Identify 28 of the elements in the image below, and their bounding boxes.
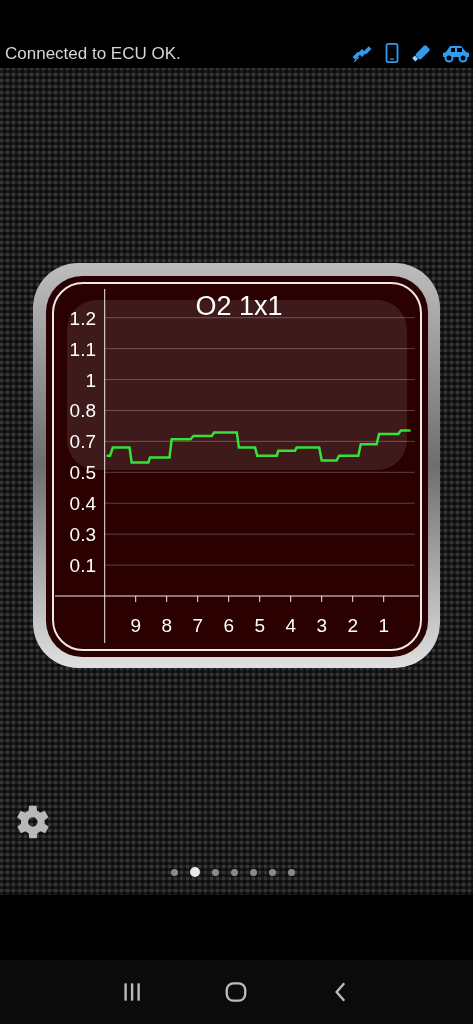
x-tick-label: 3 xyxy=(316,615,327,636)
y-tick-label: 0.1 xyxy=(69,555,96,577)
chart-title: O2 1x1 xyxy=(195,291,283,321)
page-indicator-dot[interactable] xyxy=(231,868,238,876)
y-tick-label: 1.2 xyxy=(69,307,96,329)
page-indicator-dot[interactable] xyxy=(288,868,295,876)
page-indicator-dot[interactable] xyxy=(212,868,219,876)
x-tick-label: 1 xyxy=(378,615,389,636)
page-indicator-dot[interactable] xyxy=(171,868,178,876)
connection-status: Connected to ECU OK. xyxy=(5,44,181,64)
y-tick-label: 0.8 xyxy=(69,400,96,422)
page-indicator-dot[interactable] xyxy=(269,868,276,876)
page-indicator-dot[interactable] xyxy=(190,867,200,877)
x-tick-label: 5 xyxy=(254,615,265,636)
x-tick-label: 2 xyxy=(347,615,358,636)
y-tick-label: 0.5 xyxy=(69,462,96,484)
y-tick-label: 1.1 xyxy=(69,338,96,360)
x-tick-label: 7 xyxy=(192,615,203,636)
x-tick-label: 8 xyxy=(161,615,172,636)
page-indicator-dot[interactable] xyxy=(250,868,257,876)
y-tick-label: 0.7 xyxy=(69,431,96,453)
x-tick-label: 6 xyxy=(223,615,234,636)
x-tick-label: 4 xyxy=(285,615,296,636)
y-tick-label: 0.4 xyxy=(69,493,96,515)
x-tick-label: 9 xyxy=(130,615,141,636)
y-tick-label: 0.3 xyxy=(69,524,96,546)
y-tick-label: 1 xyxy=(85,369,96,391)
usb-stick-icon xyxy=(411,42,433,64)
